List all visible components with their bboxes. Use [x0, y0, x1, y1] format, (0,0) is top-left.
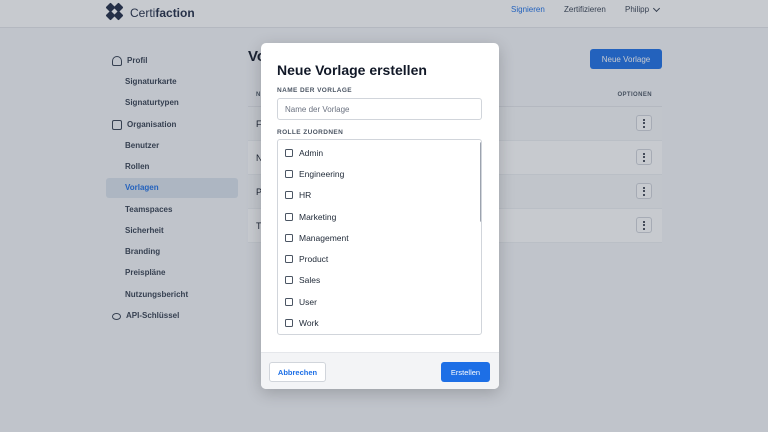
role-option-hr[interactable]: HR — [278, 185, 481, 206]
role-option-product[interactable]: Product — [278, 248, 481, 269]
name-label: NAME DER VORLAGE — [277, 87, 353, 94]
role-option-management[interactable]: Management — [278, 227, 481, 248]
role-label-text: User — [299, 296, 317, 307]
checkbox[interactable] — [285, 255, 293, 264]
role-option-admin[interactable]: Admin — [278, 142, 481, 163]
checkbox[interactable] — [285, 297, 293, 306]
checkbox[interactable] — [285, 233, 293, 242]
role-label-text: Admin — [299, 147, 324, 158]
role-label-text: Engineering — [299, 168, 345, 179]
checkbox[interactable] — [285, 319, 293, 328]
role-label-text: Management — [299, 232, 349, 243]
role-list[interactable]: Admin Engineering HR Marketing Managemen… — [277, 139, 482, 335]
role-option-engineering[interactable]: Engineering — [278, 163, 481, 184]
checkbox[interactable] — [285, 148, 293, 157]
role-label-text: Marketing — [299, 211, 337, 222]
role-option-user[interactable]: User — [278, 291, 481, 312]
new-template-dialog: Neue Vorlage erstellen NAME DER VORLAGE … — [261, 43, 499, 389]
template-name-input[interactable] — [277, 98, 482, 120]
checkbox[interactable] — [285, 169, 293, 178]
role-list-scrollbar[interactable] — [480, 142, 481, 222]
role-label-text: Sales — [299, 275, 321, 286]
checkbox[interactable] — [285, 276, 293, 285]
role-option-marketing[interactable]: Marketing — [278, 206, 481, 227]
role-label-text: Product — [299, 254, 329, 265]
checkbox[interactable] — [285, 212, 293, 221]
checkbox[interactable] — [285, 191, 293, 200]
role-label: ROLLE ZUORDNEN — [277, 129, 344, 136]
role-label-text: HR — [299, 190, 312, 201]
cancel-button[interactable]: Abbrechen — [269, 362, 326, 382]
role-option-work[interactable]: Work — [278, 312, 481, 333]
dialog-title: Neue Vorlage erstellen — [277, 62, 427, 78]
dialog-footer: Abbrechen Erstellen — [261, 352, 499, 389]
role-option-sales[interactable]: Sales — [278, 270, 481, 291]
role-label-text: Work — [299, 318, 319, 329]
create-button[interactable]: Erstellen — [441, 362, 490, 382]
